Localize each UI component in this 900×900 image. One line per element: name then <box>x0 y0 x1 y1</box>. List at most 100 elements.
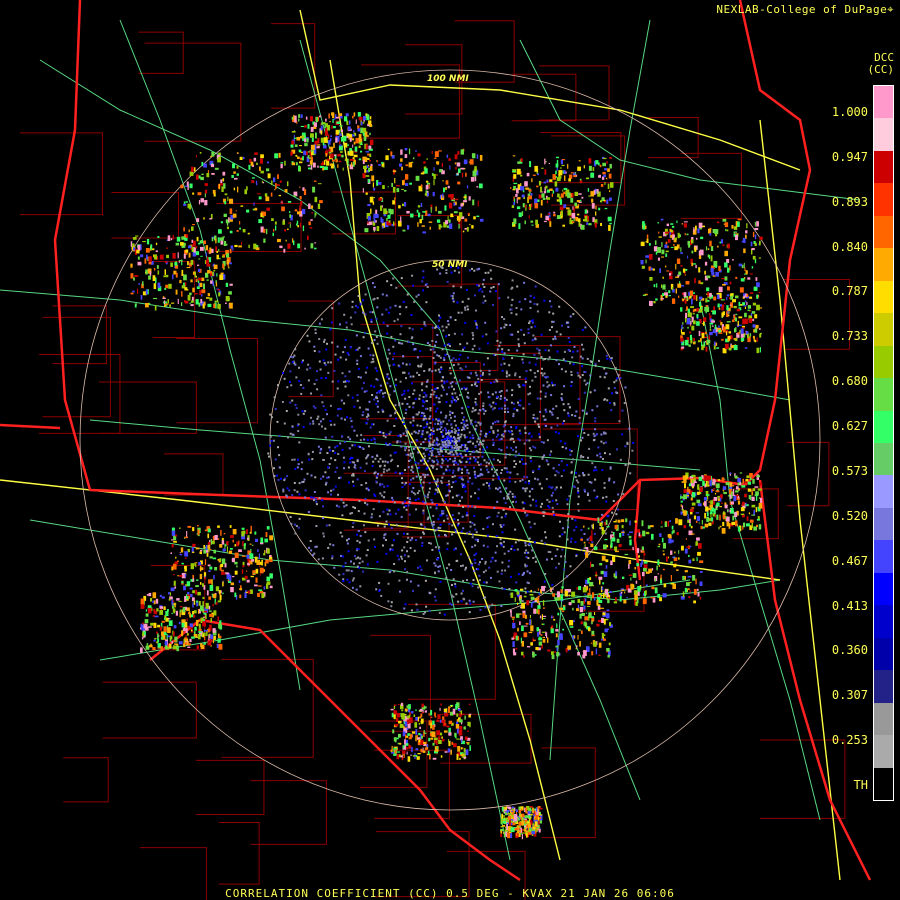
radar-return-pixel <box>163 606 166 611</box>
radar-return-pixel <box>150 643 152 645</box>
radar-return-pixel <box>259 573 261 576</box>
radar-return-pixel <box>563 170 566 174</box>
radar-return-pixel <box>206 553 209 557</box>
radar-return-pixel <box>521 211 524 216</box>
radar-return-pixel <box>630 577 632 581</box>
radar-return-pixel <box>454 400 457 403</box>
radar-return-pixel <box>220 237 224 241</box>
radar-return-pixel <box>236 152 239 154</box>
radar-return-pixel <box>461 333 464 336</box>
radar-return-pixel <box>453 463 455 466</box>
radar-return-pixel <box>558 463 560 466</box>
radar-return-pixel <box>302 208 306 215</box>
radar-return-pixel <box>595 571 598 578</box>
radar-return-pixel <box>570 384 573 387</box>
radar-return-pixel <box>510 447 513 449</box>
radar-return-pixel <box>464 444 467 447</box>
radar-return-pixel <box>207 544 211 549</box>
radar-return-pixel <box>564 442 567 445</box>
radar-return-pixel <box>499 490 502 493</box>
radar-return-pixel <box>275 474 278 477</box>
radar-return-pixel <box>645 584 648 587</box>
radar-return-pixel <box>282 488 285 491</box>
radar-return-pixel <box>472 442 474 445</box>
radar-return-pixel <box>221 558 226 565</box>
radar-return-pixel <box>496 429 499 432</box>
radar-return-pixel <box>354 311 357 314</box>
radar-return-pixel <box>200 549 203 552</box>
radar-return-pixel <box>365 390 368 392</box>
radar-return-pixel <box>311 554 314 557</box>
radar-return-pixel <box>263 228 266 233</box>
radar-return-pixel <box>430 522 433 525</box>
radar-return-pixel <box>298 493 301 496</box>
radar-return-pixel <box>488 482 491 485</box>
radar-return-pixel <box>505 453 508 456</box>
radar-return-pixel <box>690 321 692 325</box>
radar-return-pixel <box>447 225 450 228</box>
radar-return-pixel <box>724 250 728 257</box>
radar-return-pixel <box>383 208 387 215</box>
radar-return-pixel <box>436 439 439 442</box>
radar-return-pixel <box>334 446 337 449</box>
radar-return-pixel <box>440 411 442 414</box>
radar-return-pixel <box>301 410 304 413</box>
radar-return-pixel <box>526 570 529 573</box>
radar-return-pixel <box>645 531 650 535</box>
radar-return-pixel <box>364 498 367 500</box>
radar-return-pixel <box>511 495 514 498</box>
radar-return-pixel <box>581 329 584 332</box>
radar-return-pixel <box>497 433 500 436</box>
radar-return-pixel <box>581 357 584 360</box>
radar-return-pixel <box>436 334 439 336</box>
radar-return-pixel <box>278 434 281 437</box>
radar-return-pixel <box>354 464 357 467</box>
radar-return-pixel <box>425 425 428 428</box>
radar-return-pixel <box>734 232 737 234</box>
radar-return-pixel <box>370 318 373 321</box>
radar-return-pixel <box>377 460 380 463</box>
radar-return-pixel <box>314 328 317 331</box>
radar-return-pixel <box>756 282 760 288</box>
radar-return-pixel <box>624 386 627 389</box>
radar-return-pixel <box>532 445 535 448</box>
radar-return-pixel <box>450 426 453 429</box>
radar-return-pixel <box>438 443 441 446</box>
radar-return-pixel <box>404 148 408 151</box>
radar-return-pixel <box>203 240 206 244</box>
radar-return-pixel <box>592 592 595 599</box>
radar-return-pixel <box>302 480 305 483</box>
radar-return-pixel <box>577 604 580 609</box>
radar-return-pixel <box>735 295 738 297</box>
radar-return-pixel <box>434 151 439 157</box>
radar-return-pixel <box>488 484 490 487</box>
radar-return-pixel <box>153 625 155 628</box>
radar-return-pixel <box>514 480 517 483</box>
radar-return-pixel <box>698 222 703 228</box>
radar-return-pixel <box>498 407 501 410</box>
radar-return-pixel <box>562 403 565 406</box>
radar-return-pixel <box>550 450 553 453</box>
radar-return-pixel <box>266 581 271 585</box>
radar-return-pixel <box>442 329 445 332</box>
radar-return-pixel <box>531 487 534 490</box>
radar-return-pixel <box>552 407 555 410</box>
radar-return-pixel <box>192 551 195 553</box>
radar-return-pixel <box>310 243 314 249</box>
radar-return-pixel <box>457 600 460 603</box>
radar-return-pixel <box>197 591 201 596</box>
radar-return-pixel <box>209 218 213 220</box>
radar-return-pixel <box>520 174 523 177</box>
radar-return-pixel <box>229 208 233 215</box>
radar-return-pixel <box>511 616 515 619</box>
radar-return-pixel <box>681 332 685 335</box>
radar-return-pixel <box>605 441 608 444</box>
radar-return-pixel <box>436 174 438 176</box>
radar-return-pixel <box>658 543 661 546</box>
radar-return-pixel <box>608 477 611 480</box>
radar-return-pixel <box>542 600 545 606</box>
radar-return-pixel <box>606 594 609 597</box>
radar-return-pixel <box>668 556 670 559</box>
radar-return-pixel <box>687 312 692 318</box>
radar-return-pixel <box>342 580 345 582</box>
